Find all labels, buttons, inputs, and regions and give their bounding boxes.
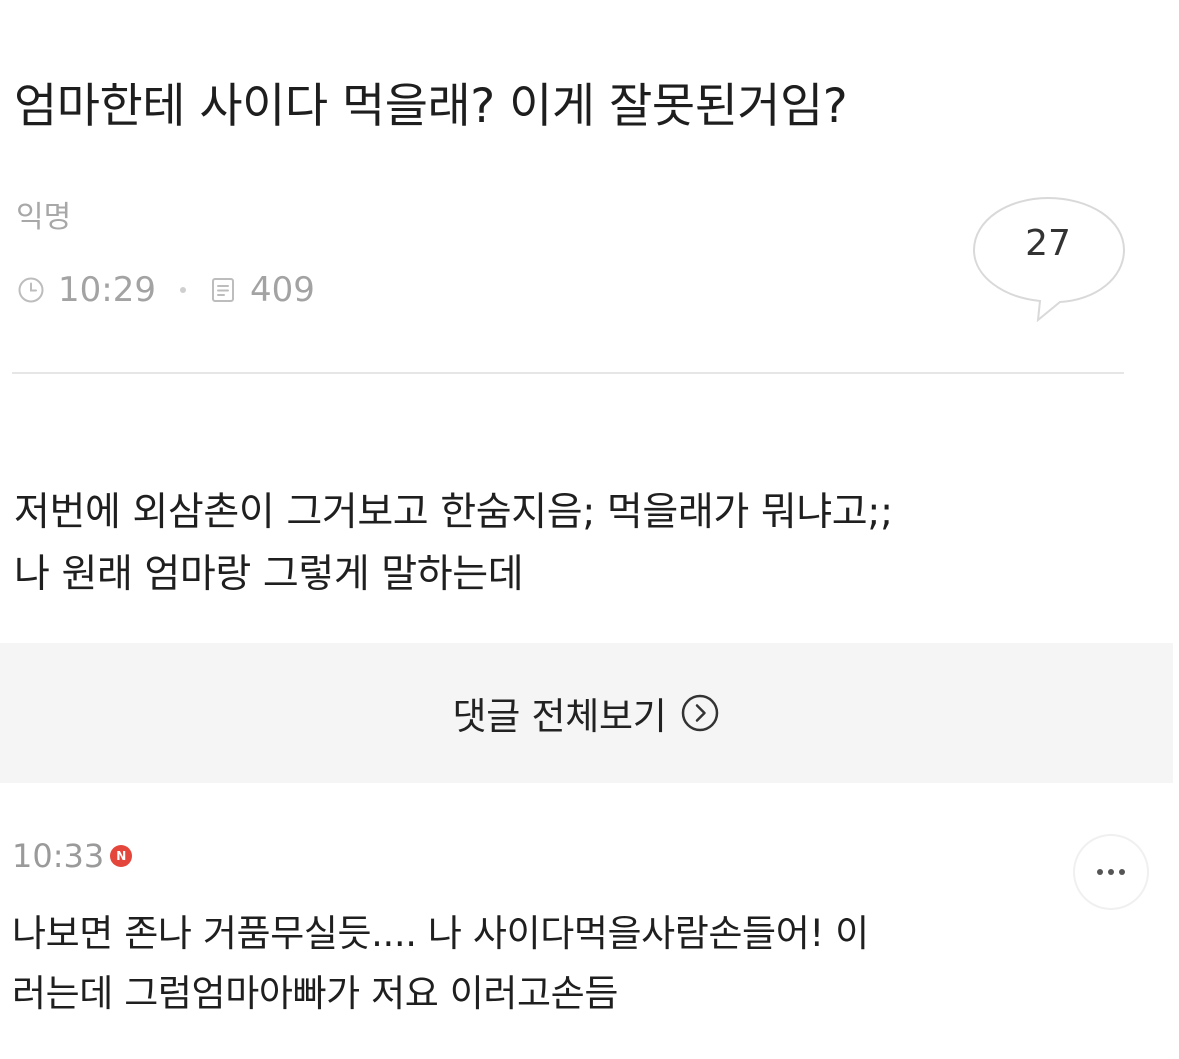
post-body-line: 나 원래 엄마랑 그렇게 말하는데	[14, 552, 524, 597]
new-badge: N	[110, 845, 133, 867]
post-title: 엄마한테 사이다 먹을래? 이게 잘못된거임?	[14, 79, 848, 134]
comment-count-bubble[interactable]: 27	[972, 196, 1130, 322]
comment-count: 27	[1025, 223, 1071, 264]
view-all-comments-label: 댓글 전체보기	[452, 695, 667, 738]
comment-meta: 10:33 N	[12, 836, 133, 876]
document-icon	[208, 275, 238, 305]
post-body-line: 저번에 외삼촌이 그거보고 한숨지음; 먹을래가 뭐냐고;;	[14, 490, 893, 535]
meta-separator	[179, 287, 186, 293]
post-time: 10:29	[58, 270, 156, 310]
chevron-right-circle-icon	[680, 693, 720, 733]
more-dots-icon	[1097, 869, 1125, 875]
comment-more-button[interactable]	[1075, 836, 1147, 908]
view-count: 409	[249, 270, 315, 310]
clock-icon	[16, 275, 46, 305]
comment-body: 나보면 존나 거품무실듯.... 나 사이다먹을사람손들어! 이 러는데 그럼엄…	[12, 904, 1062, 1024]
divider	[12, 372, 1124, 374]
author-name: 익명	[16, 200, 72, 235]
comment-time: 10:33	[12, 837, 105, 875]
post-meta: 10:29 409	[16, 268, 315, 312]
comment-line: 러는데 그럼엄마아빠가 저요 이러고손듬	[12, 972, 618, 1015]
comment-line: 나보면 존나 거품무실듯.... 나 사이다먹을사람손들어! 이	[12, 912, 869, 955]
view-all-comments-button[interactable]: 댓글 전체보기	[0, 643, 1173, 783]
post-body: 저번에 외삼촌이 그거보고 한숨지음; 먹을래가 뭐냐고;; 나 원래 엄마랑 …	[14, 482, 1164, 606]
